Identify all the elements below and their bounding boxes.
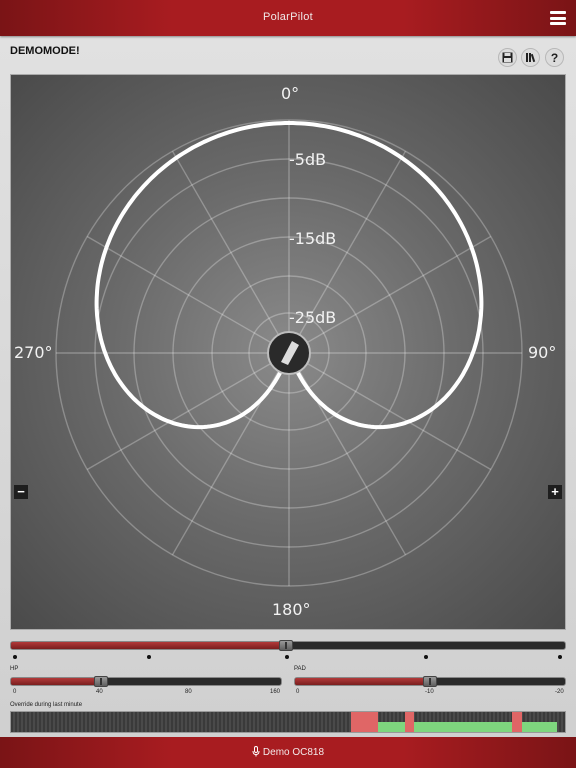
device-name: Demo OC818 [262,747,325,758]
zoom-out-button[interactable]: − [14,485,28,499]
hp-label: HP [10,666,19,672]
pattern-detent-dot[interactable] [558,655,562,659]
demo-mode-status: DEMOMODE! [10,45,80,57]
override-label: Override during last minute [10,702,83,708]
polar-pattern-display[interactable]: 0° 90° 180° 270° -5dB -15dB -25dB − + [10,74,566,630]
override-segment-red [405,712,414,732]
pad-slider-fill [295,678,428,685]
pad-label: PAD [294,666,306,672]
override-segment-red [351,712,378,732]
microphone-icon [252,746,260,757]
library-button[interactable] [521,48,540,67]
override-timeline [10,711,566,733]
hamburger-menu-icon[interactable] [550,11,566,25]
db-label-15: -15dB [289,229,337,248]
db-label-5: -5dB [289,150,327,169]
angle-label-90: 90° [528,343,557,362]
pattern-slider-fill [11,642,288,649]
pad-tick-10: -10 [425,689,434,695]
hp-slider-thumb[interactable] [94,676,108,687]
help-button[interactable]: ? [545,48,564,67]
save-button[interactable] [498,48,517,67]
app-title: PolarPilot [262,11,314,23]
pad-slider-thumb[interactable] [423,676,437,687]
pattern-detent-dot[interactable] [285,655,289,659]
override-segment-green [414,722,512,732]
hp-slider-track[interactable] [10,677,282,686]
db-label-25: -25dB [289,308,337,327]
pattern-center-hub [267,331,311,375]
title-bar: PolarPilot [0,0,576,36]
override-segment-green [378,722,405,732]
hp-tick-80: 80 [185,689,192,695]
pad-tick-20: -20 [555,689,564,695]
override-segment-green [522,722,557,732]
pattern-detent-dot[interactable] [147,655,151,659]
pattern-detent-dot[interactable] [13,655,17,659]
hp-tick-40: 40 [96,689,103,695]
angle-label-0: 0° [281,84,300,103]
floppy-disk-icon [502,52,513,63]
device-bar[interactable]: Demo OC818 [0,737,576,768]
angle-label-270: 270° [14,343,53,362]
pattern-detent-dot[interactable] [424,655,428,659]
hp-tick-0: 0 [13,689,17,695]
pad-tick-0: 0 [296,689,300,695]
pattern-slider-thumb[interactable] [279,640,293,651]
device-selector[interactable]: Demo OC818 [0,746,576,758]
override-segment-red [512,712,522,732]
angle-label-180: 180° [272,600,311,619]
hp-tick-160: 160 [270,689,281,695]
books-icon [525,53,535,63]
zoom-in-button[interactable]: + [548,485,562,499]
hp-slider-fill [11,678,101,685]
